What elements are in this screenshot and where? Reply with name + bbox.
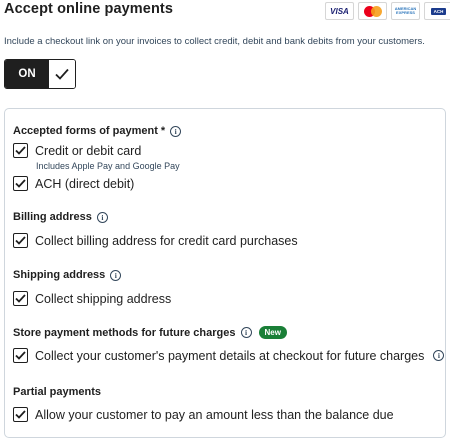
checkbox-checked-icon[interactable]: [13, 348, 28, 363]
new-badge: New: [258, 326, 287, 339]
info-icon[interactable]: i: [433, 350, 445, 361]
option-collect-shipping-address[interactable]: Collect shipping address: [13, 291, 171, 306]
checkbox-checked-icon[interactable]: [13, 176, 28, 191]
online-payments-toggle[interactable]: ON: [4, 59, 76, 89]
amex-logo: AMERICAN EXPRESS: [391, 2, 420, 20]
option-label: ACH (direct debit): [35, 176, 135, 191]
option-credit-debit-card[interactable]: Credit or debit card: [13, 143, 141, 158]
checkbox-checked-icon[interactable]: [13, 407, 28, 422]
option-label: Collect your customer's payment details …: [35, 348, 425, 363]
info-icon[interactable]: i: [110, 269, 122, 281]
checkbox-checked-icon[interactable]: [13, 291, 28, 306]
option-label: Credit or debit card: [35, 143, 142, 158]
mastercard-logo: [358, 2, 387, 20]
option-label: Collect billing address for credit card …: [35, 233, 298, 248]
option-label: Collect shipping address: [35, 291, 172, 306]
option-allow-partial-payment[interactable]: Allow your customer to pay an amount les…: [13, 407, 394, 422]
payment-card-logos: VISA AMERICAN EXPRESS ACH: [325, 2, 450, 20]
option-collect-billing-address[interactable]: Collect billing address for credit card …: [13, 233, 298, 248]
option-collect-payment-details[interactable]: Collect your customer's payment details …: [13, 348, 445, 363]
info-icon[interactable]: i: [96, 211, 108, 223]
visa-logo: VISA: [325, 2, 354, 20]
info-icon[interactable]: i: [170, 125, 182, 137]
option-ach-direct-debit[interactable]: ACH (direct debit): [13, 176, 134, 191]
option-sublabel: Includes Apple Pay and Google Pay: [36, 161, 180, 171]
section-title-store-payment-methods: Store payment methods for future charges…: [13, 326, 287, 339]
toggle-on-label: ON: [5, 60, 49, 88]
checkbox-checked-icon[interactable]: [13, 233, 28, 248]
section-title-partial-payments: Partial payments: [13, 386, 102, 398]
check-icon: [49, 60, 75, 88]
description-text: Include a checkout link on your invoices…: [4, 36, 425, 47]
section-title-forms-of-payment: Accepted forms of payment * i: [13, 125, 182, 137]
page-title: Accept online payments: [4, 1, 173, 17]
section-title-billing-address: Billing address i: [13, 211, 108, 223]
info-icon[interactable]: i: [240, 327, 252, 338]
section-title-shipping-address: Shipping address i: [13, 269, 122, 281]
checkbox-checked-icon[interactable]: [13, 143, 28, 158]
option-label: Allow your customer to pay an amount les…: [35, 407, 394, 422]
ach-logo: ACH: [424, 2, 450, 20]
